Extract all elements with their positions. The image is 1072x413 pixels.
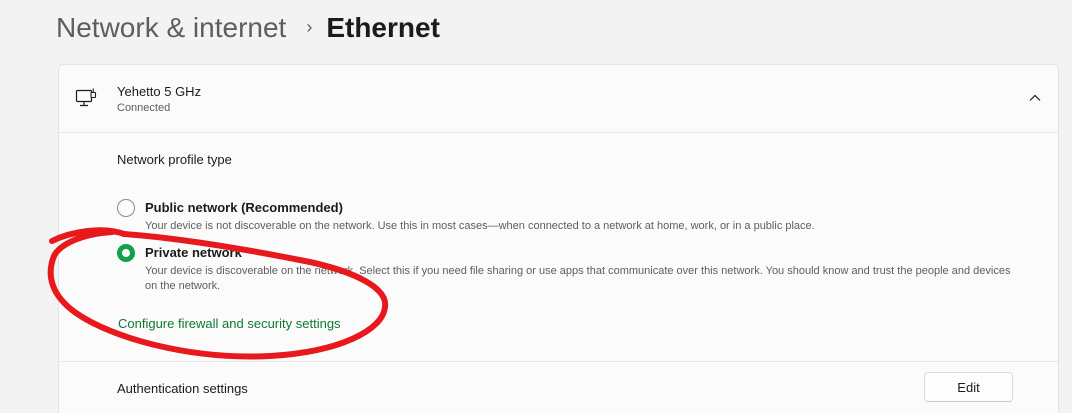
network-card: Yehetto 5 GHz Connected Network profile …: [58, 64, 1059, 413]
breadcrumb: Network & internet › Ethernet: [56, 8, 440, 48]
public-network-description: Your device is not discoverable on the n…: [145, 220, 815, 232]
authentication-settings-label: Authentication settings: [117, 381, 248, 396]
private-network-label: Private network: [145, 245, 242, 260]
edit-button[interactable]: Edit: [924, 372, 1013, 402]
breadcrumb-separator-icon: ›: [306, 16, 313, 37]
network-status: Connected: [117, 102, 171, 114]
network-card-header[interactable]: Yehetto 5 GHz Connected: [59, 65, 1058, 133]
ethernet-icon: [75, 88, 97, 107]
settings-page: Network & internet › Ethernet Yehetto 5 …: [0, 0, 1072, 413]
breadcrumb-network-internet[interactable]: Network & internet: [56, 12, 286, 44]
page-title: Ethernet: [326, 12, 440, 43]
network-name: Yehetto 5 GHz: [117, 84, 202, 99]
public-network-label: Public network (Recommended): [145, 200, 343, 215]
public-network-radio[interactable]: [117, 199, 135, 217]
private-network-description: Your device is discoverable on the netwo…: [145, 265, 1011, 292]
divider: [59, 361, 1058, 362]
chevron-up-icon[interactable]: [1028, 91, 1042, 105]
configure-firewall-link[interactable]: Configure firewall and security settings: [118, 316, 341, 331]
private-network-radio[interactable]: [117, 244, 135, 262]
network-profile-type-title: Network profile type: [117, 152, 232, 167]
